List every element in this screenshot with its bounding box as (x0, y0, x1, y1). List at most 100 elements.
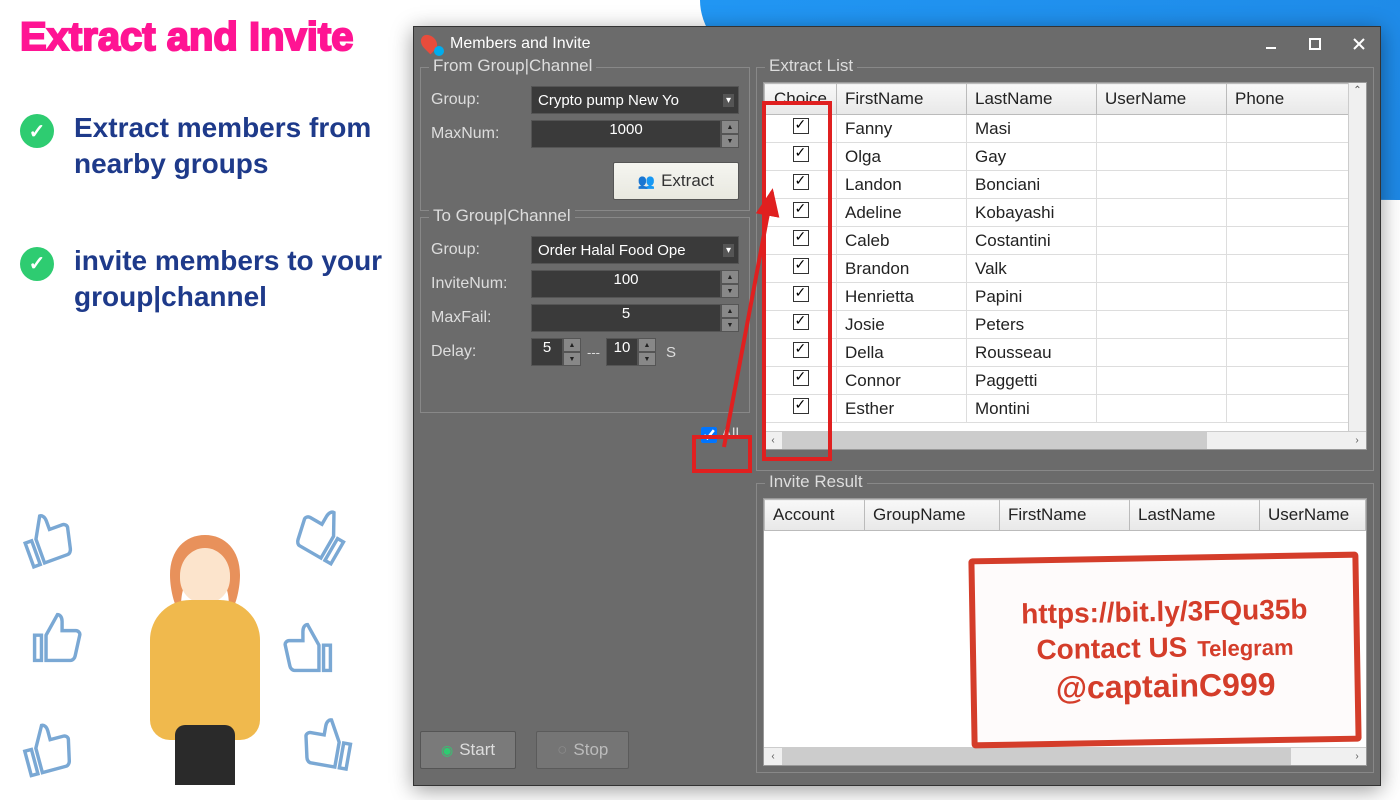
check-icon: ✓ (20, 247, 54, 281)
stop-button[interactable]: ○Stop (536, 731, 629, 769)
choice-checkbox[interactable] (765, 367, 837, 395)
table-row[interactable]: FannyMasi (765, 115, 1366, 143)
col-lastname[interactable]: LastName (967, 84, 1097, 115)
maxfail-input[interactable]: 5 (531, 304, 721, 332)
thumbs-up-icon (296, 711, 360, 775)
spinner-down-button[interactable]: ▼ (721, 134, 739, 148)
col-choice[interactable]: Choice (765, 84, 837, 115)
firstname-cell: Olga (837, 143, 967, 171)
spinner-up-button[interactable]: ▲ (638, 338, 656, 352)
col-phone[interactable]: Phone (1227, 84, 1366, 115)
extract-button[interactable]: 👥Extract (613, 162, 739, 200)
username-cell (1097, 255, 1227, 283)
choice-checkbox[interactable] (765, 395, 837, 423)
table-row[interactable]: CalebCostantini (765, 227, 1366, 255)
firstname-cell: Fanny (837, 115, 967, 143)
spinner-up-button[interactable]: ▲ (721, 304, 739, 318)
maximize-button[interactable] (1302, 34, 1328, 54)
col-firstname[interactable]: FirstName (1000, 500, 1130, 531)
invite-result-table: Account GroupName FirstName LastName Use… (764, 499, 1366, 531)
phone-cell (1227, 115, 1366, 143)
delay-max-input[interactable]: 10 (606, 338, 638, 366)
feature-1-text: Extract members from nearby groups (74, 110, 400, 183)
delay-min-input[interactable]: 5 (531, 338, 563, 366)
col-lastname[interactable]: LastName (1130, 500, 1260, 531)
choice-checkbox[interactable] (765, 227, 837, 255)
table-row[interactable]: AdelineKobayashi (765, 199, 1366, 227)
stamp-url: https://bit.ly/3FQu35b (1021, 593, 1308, 630)
close-button[interactable] (1346, 34, 1372, 54)
all-checkbox[interactable]: All (701, 426, 739, 444)
choice-checkbox[interactable] (765, 199, 837, 227)
table-row[interactable]: JosiePeters (765, 311, 1366, 339)
username-cell (1097, 367, 1227, 395)
play-icon: ◉ (441, 742, 453, 759)
firstname-cell: Josie (837, 311, 967, 339)
to-group-select[interactable]: Order Halal Food Ope (531, 236, 739, 264)
choice-checkbox[interactable] (765, 171, 837, 199)
table-row[interactable]: DellaRousseau (765, 339, 1366, 367)
from-group-select[interactable]: Crypto pump New Yo (531, 86, 739, 114)
vertical-scrollbar[interactable]: ⌃ (1348, 83, 1366, 431)
choice-checkbox[interactable] (765, 115, 837, 143)
delay-sep: --- (587, 345, 600, 360)
choice-checkbox[interactable] (765, 311, 837, 339)
col-firstname[interactable]: FirstName (837, 84, 967, 115)
lastname-cell: Paggetti (967, 367, 1097, 395)
lastname-cell: Valk (967, 255, 1097, 283)
spinner-down-button[interactable]: ▼ (721, 284, 739, 298)
firstname-cell: Esther (837, 395, 967, 423)
feature-1: ✓ Extract members from nearby groups (20, 110, 400, 183)
spinner-down-button[interactable]: ▼ (721, 318, 739, 332)
promo-panel: Extract and Invite ✓ Extract members fro… (20, 15, 400, 376)
spinner-up-button[interactable]: ▲ (721, 120, 739, 134)
choice-checkbox[interactable] (765, 255, 837, 283)
extract-list-box: Extract List Choice FirstName LastName U… (756, 67, 1374, 471)
phone-cell (1227, 227, 1366, 255)
spinner-up-button[interactable]: ▲ (721, 270, 739, 284)
lastname-cell: Rousseau (967, 339, 1097, 367)
spinner-down-button[interactable]: ▼ (563, 352, 581, 366)
table-row[interactable]: EstherMontini (765, 395, 1366, 423)
spinner-up-button[interactable]: ▲ (563, 338, 581, 352)
choice-checkbox[interactable] (765, 339, 837, 367)
phone-cell (1227, 255, 1366, 283)
lastname-cell: Masi (967, 115, 1097, 143)
from-group-legend: From Group|Channel (429, 56, 596, 76)
choice-checkbox[interactable] (765, 143, 837, 171)
thumbs-up-icon (285, 495, 360, 570)
firstname-cell: Connor (837, 367, 967, 395)
horizontal-scrollbar[interactable]: ‹› (764, 431, 1366, 449)
to-group-box: To Group|Channel Group: Order Halal Food… (420, 217, 750, 413)
table-row[interactable]: LandonBonciani (765, 171, 1366, 199)
all-checkbox-input[interactable] (701, 427, 717, 443)
col-groupname[interactable]: GroupName (865, 500, 1000, 531)
minimize-button[interactable] (1258, 34, 1284, 54)
table-row[interactable]: HenriettaPapini (765, 283, 1366, 311)
username-cell (1097, 171, 1227, 199)
phone-cell (1227, 311, 1366, 339)
phone-cell (1227, 367, 1366, 395)
invitenum-input[interactable]: 100 (531, 270, 721, 298)
col-username[interactable]: UserName (1260, 500, 1366, 531)
stamp-contact: Contact USTelegram (1036, 629, 1294, 665)
table-row[interactable]: OlgaGay (765, 143, 1366, 171)
firstname-cell: Caleb (837, 227, 967, 255)
lastname-cell: Bonciani (967, 171, 1097, 199)
feature-2: ✓ invite members to your group|channel (20, 243, 400, 316)
invite-result-legend: Invite Result (765, 472, 867, 492)
col-account[interactable]: Account (765, 500, 865, 531)
spinner-down-button[interactable]: ▼ (638, 352, 656, 366)
phone-cell (1227, 199, 1366, 227)
to-group-legend: To Group|Channel (429, 206, 575, 226)
col-username[interactable]: UserName (1097, 84, 1227, 115)
lastname-cell: Costantini (967, 227, 1097, 255)
maxnum-label: MaxNum: (431, 125, 531, 143)
table-row[interactable]: BrandonValk (765, 255, 1366, 283)
table-row[interactable]: ConnorPaggetti (765, 367, 1366, 395)
horizontal-scrollbar[interactable]: ‹› (764, 747, 1366, 765)
choice-checkbox[interactable] (765, 283, 837, 311)
maxnum-input[interactable]: 1000 (531, 120, 721, 148)
username-cell (1097, 311, 1227, 339)
start-button[interactable]: ◉Start (420, 731, 516, 769)
